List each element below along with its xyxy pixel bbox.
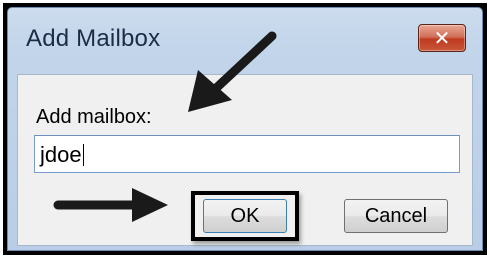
arrow-down-left-shape bbox=[188, 31, 277, 112]
arrow-right-shape bbox=[53, 188, 168, 222]
arrow-down-left-icon bbox=[53, 31, 277, 222]
screenshot-stage: Add Mailbox ✕ Add mailbox: jdoe OK Cance… bbox=[0, 0, 490, 263]
